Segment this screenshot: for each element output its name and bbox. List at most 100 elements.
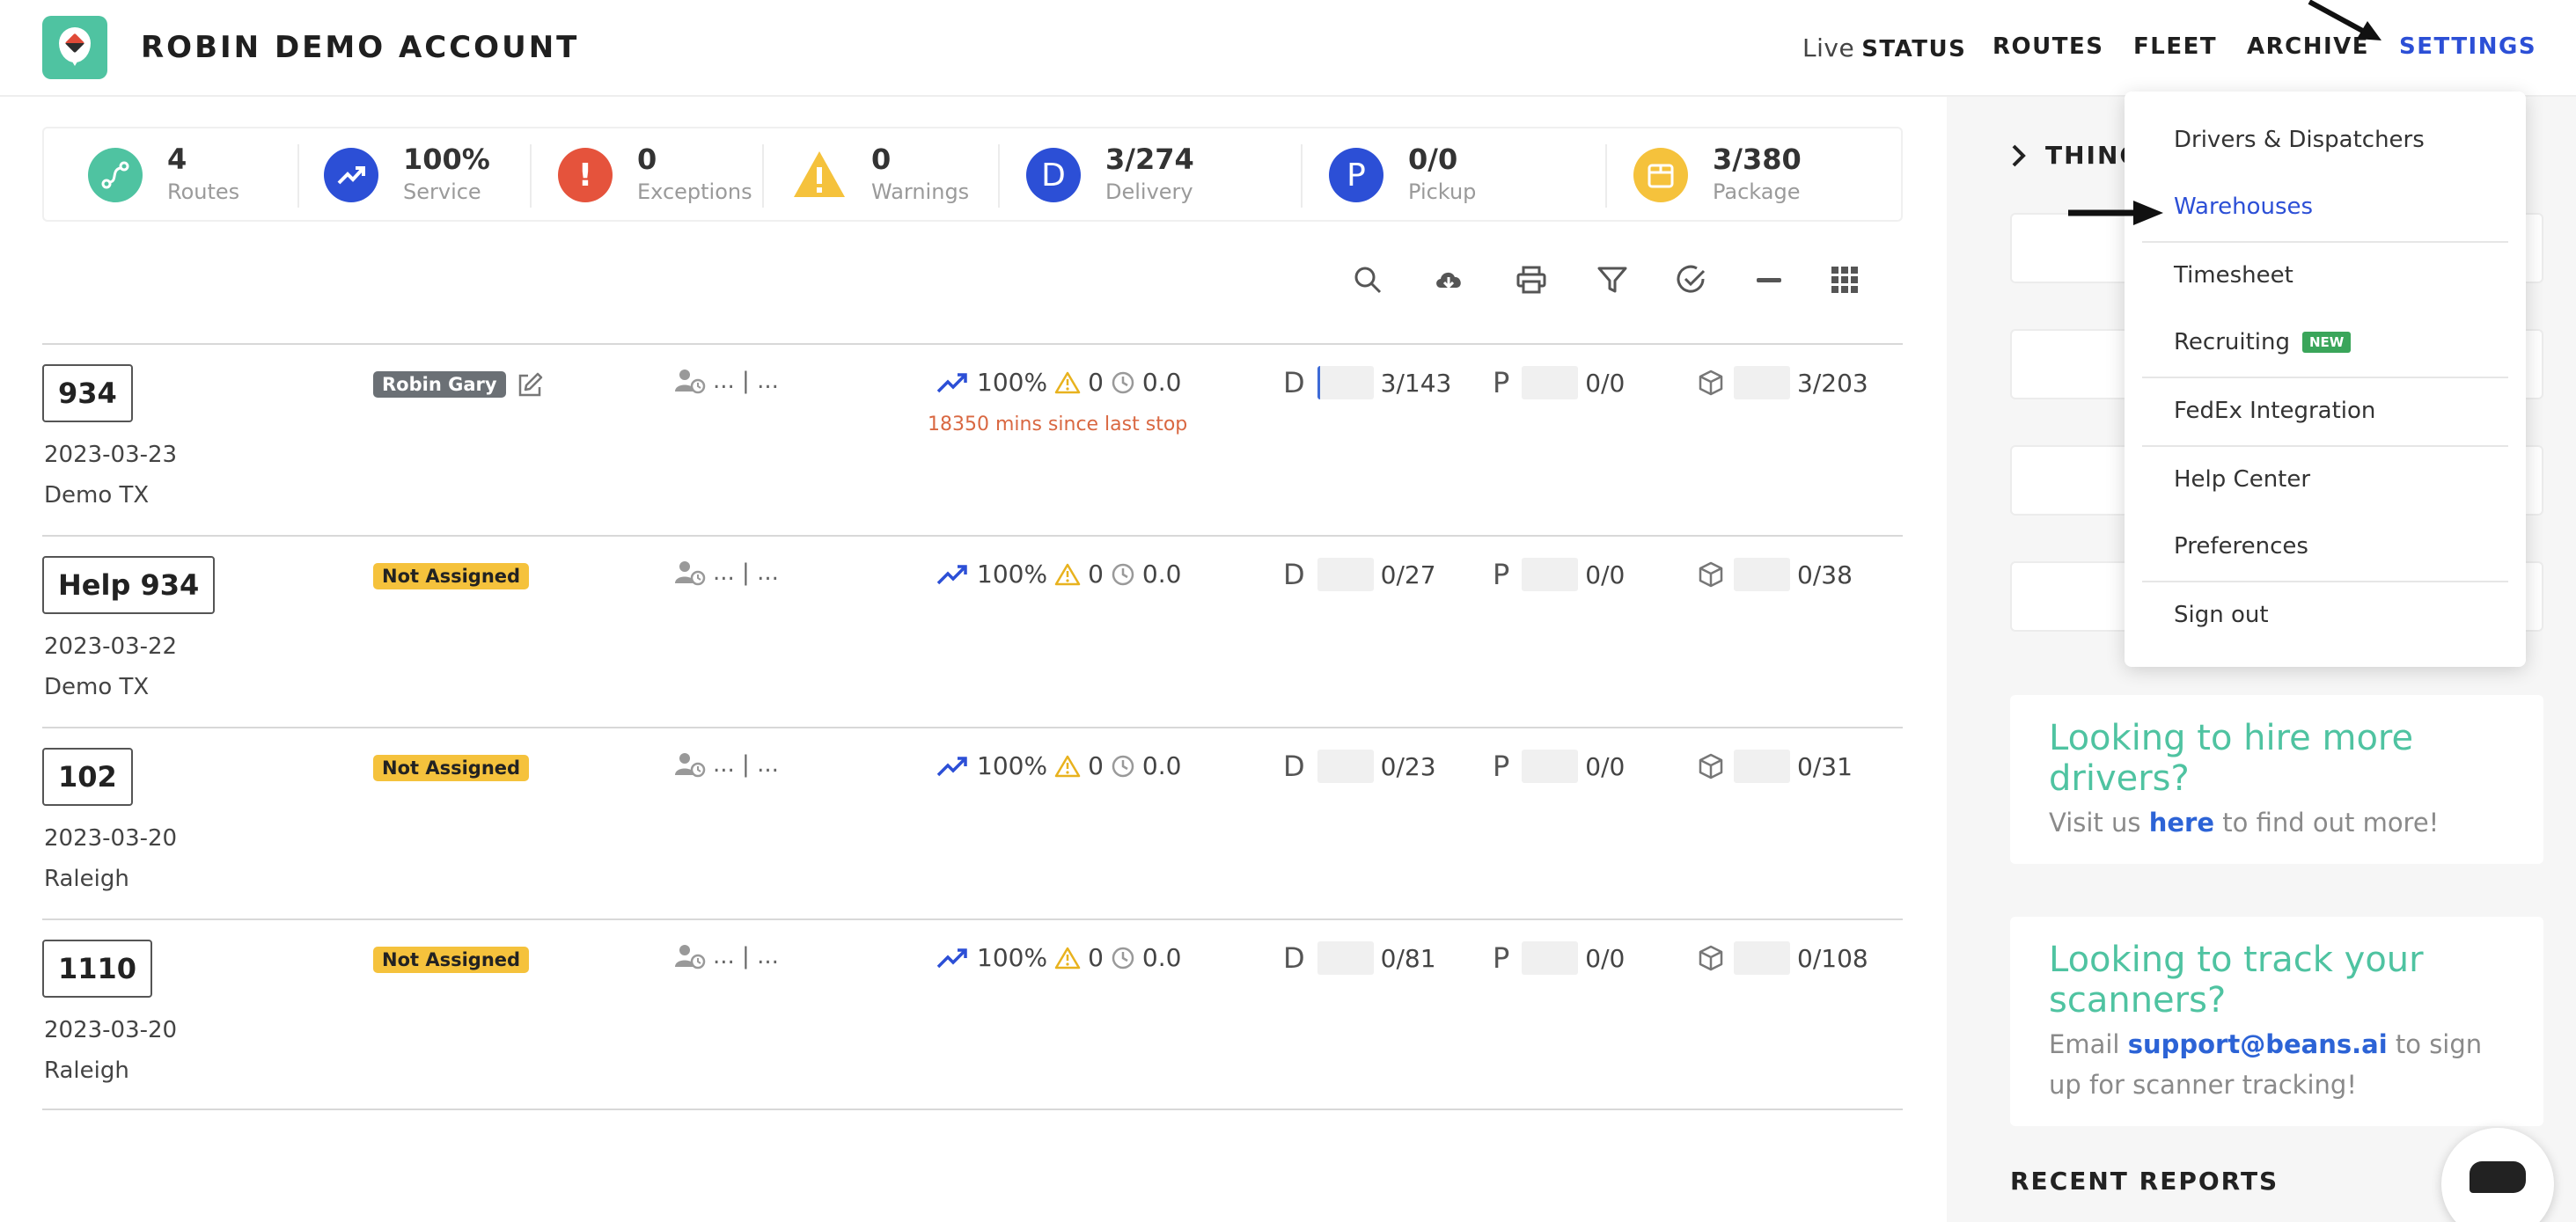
collapse-icon[interactable]	[1750, 260, 1788, 299]
table-row[interactable]: 1110 2023-03-20 Raleigh Not Assigned ...…	[42, 918, 1903, 1110]
new-badge: NEW	[2301, 332, 2352, 353]
stat-label: Exceptions	[637, 179, 752, 204]
pickup-input-box[interactable]	[1522, 558, 1579, 591]
menu-item-recruiting[interactable]: Recruiting NEW	[2174, 329, 2352, 355]
things-section-header[interactable]: THING	[2010, 141, 2141, 170]
pickup-input-box[interactable]	[1522, 941, 1579, 975]
pickup-count[interactable]: P 0/0	[1493, 941, 1625, 975]
assign-cell[interactable]: ... | ...	[674, 751, 779, 778]
stat-label: Warnings	[871, 179, 970, 204]
stat-value: 100%	[403, 143, 490, 176]
route-date: 2023-03-23	[44, 442, 178, 468]
menu-item-warehouses[interactable]: Warehouses	[2174, 194, 2313, 220]
promo-title: Looking to hire more drivers?	[2049, 718, 2414, 799]
nav-settings[interactable]: SETTINGS	[2399, 33, 2536, 60]
stat-value: 4	[167, 143, 187, 176]
promo-track-scanners: Looking to track your scanners? Email su…	[2010, 917, 2543, 1126]
trend-up-icon	[936, 564, 967, 584]
package-icon	[1699, 945, 1723, 971]
pickup-letter-icon: P	[1329, 148, 1383, 202]
delivery-input-box[interactable]	[1317, 366, 1374, 399]
user-clock-icon	[675, 561, 706, 586]
app-logo[interactable]	[42, 16, 107, 79]
delivery-input-box[interactable]	[1317, 941, 1374, 975]
service-value: 100%	[977, 368, 1048, 397]
edit-icon[interactable]	[516, 371, 544, 399]
pickup-count[interactable]: P 0/0	[1493, 750, 1625, 783]
trend-up-icon	[936, 372, 967, 392]
menu-item-preferences[interactable]: Preferences	[2174, 533, 2308, 560]
assign-cell[interactable]: ... | ...	[674, 943, 779, 970]
search-icon[interactable]	[1348, 260, 1387, 299]
promo-link-email[interactable]: support@beans.ai	[2128, 1029, 2388, 1059]
menu-item-timesheet[interactable]: Timesheet	[2174, 262, 2293, 289]
route-id[interactable]: 934	[42, 364, 133, 422]
menu-item-help-center[interactable]: Help Center	[2174, 466, 2310, 493]
package-value: 0/31	[1797, 751, 1853, 781]
table-row[interactable]: 102 2023-03-20 Raleigh Not Assigned ... …	[42, 727, 1903, 918]
check-circle-icon[interactable]	[1672, 260, 1711, 299]
grid-icon[interactable]	[1825, 260, 1864, 299]
delivery-count[interactable]: D 0/27	[1283, 558, 1436, 591]
package-count[interactable]: 0/108	[1697, 941, 1868, 975]
warning-triangle-icon	[1054, 371, 1081, 393]
stat-label: Pickup	[1408, 179, 1477, 204]
delivery-count[interactable]: D 0/81	[1283, 941, 1436, 975]
package-icon	[1699, 370, 1723, 396]
nav-fleet[interactable]: FLEET	[2133, 33, 2217, 60]
delivery-value: 0/27	[1380, 560, 1436, 589]
pickup-count[interactable]: P 0/0	[1493, 558, 1625, 591]
route-id[interactable]: 102	[42, 748, 133, 806]
promo-text: Visit us here to find out more!	[2049, 808, 2440, 838]
package-count[interactable]: 0/38	[1697, 558, 1853, 591]
assign-cell[interactable]: ... | ...	[674, 368, 779, 394]
package-count[interactable]: 3/203	[1697, 366, 1868, 399]
menu-item-drivers-dispatchers[interactable]: Drivers & Dispatchers	[2174, 127, 2425, 153]
since-last-stop: 18350 mins since last stop	[928, 413, 1188, 435]
pickup-value: 0/0	[1585, 751, 1626, 781]
nav-live-status[interactable]: Live STATUS	[1802, 33, 1966, 62]
delivery-letter: D	[1283, 941, 1305, 975]
stat-divider	[762, 144, 764, 208]
route-city: Demo TX	[44, 674, 150, 700]
package-value: 0/38	[1797, 560, 1853, 589]
menu-item-sign-out[interactable]: Sign out	[2174, 602, 2269, 628]
exclamation-circle-icon: !	[558, 148, 613, 202]
package-input-box[interactable]	[1734, 366, 1790, 399]
performance-cell: 100% 0 0.0	[936, 368, 1181, 397]
delivery-input-box[interactable]	[1317, 558, 1374, 591]
menu-divider	[2142, 241, 2508, 243]
route-id[interactable]: Help 934	[42, 556, 216, 614]
pickup-input-box[interactable]	[1522, 366, 1579, 399]
driver-badge[interactable]: Not Assigned	[373, 563, 530, 589]
delivery-count[interactable]: D 3/143	[1283, 366, 1451, 399]
time-value: 0.0	[1141, 368, 1182, 397]
delivery-input-box[interactable]	[1317, 750, 1374, 783]
trend-up-icon	[936, 948, 967, 968]
driver-badge[interactable]: Not Assigned	[373, 755, 530, 781]
pickup-count[interactable]: P 0/0	[1493, 366, 1625, 399]
table-row[interactable]: Help 934 2023-03-22 Demo TX Not Assigned…	[42, 535, 1903, 727]
pickup-letter: P	[1493, 941, 1510, 975]
pickup-input-box[interactable]	[1522, 750, 1579, 783]
package-input-box[interactable]	[1734, 941, 1790, 975]
delivery-count[interactable]: D 0/23	[1283, 750, 1436, 783]
print-icon[interactable]	[1512, 260, 1551, 299]
package-value: 3/203	[1797, 368, 1868, 398]
package-input-box[interactable]	[1734, 558, 1790, 591]
package-count[interactable]: 0/31	[1697, 750, 1853, 783]
route-id[interactable]: 1110	[42, 940, 153, 998]
filter-icon[interactable]	[1593, 260, 1632, 299]
driver-badge[interactable]: Not Assigned	[373, 947, 530, 973]
promo-link-here[interactable]: here	[2149, 808, 2214, 838]
assign-text: ... | ...	[713, 751, 779, 778]
nav-routes[interactable]: ROUTES	[1993, 33, 2103, 60]
package-input-box[interactable]	[1734, 750, 1790, 783]
table-row[interactable]: 934 2023-03-23 Demo TX Robin Gary ... | …	[42, 343, 1903, 535]
assign-cell[interactable]: ... | ...	[674, 560, 779, 586]
menu-item-fedex-integration[interactable]: FedEx Integration	[2174, 398, 2375, 424]
menu-divider	[2142, 377, 2508, 378]
cloud-download-icon[interactable]	[1429, 260, 1468, 299]
driver-badge[interactable]: Robin Gary	[373, 371, 506, 398]
route-city: Demo TX	[44, 482, 150, 509]
